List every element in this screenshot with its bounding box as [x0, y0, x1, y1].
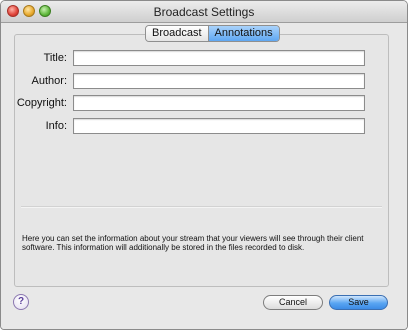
tab-bar: Broadcast Annotations: [145, 25, 280, 42]
window-content: Broadcast Annotations Title: Author: Cop…: [1, 23, 407, 329]
title-label: Title:: [43, 52, 67, 64]
author-field[interactable]: [73, 73, 365, 89]
author-label: Author:: [31, 75, 67, 87]
help-icon[interactable]: ?: [13, 294, 29, 310]
copyright-label: Copyright:: [16, 97, 67, 109]
separator: [21, 206, 382, 208]
info-label: Info:: [45, 120, 67, 132]
tab-annotations[interactable]: Annotations: [207, 26, 279, 41]
title-bar[interactable]: Broadcast Settings: [1, 1, 407, 23]
info-field[interactable]: [73, 118, 365, 134]
tab-broadcast[interactable]: Broadcast: [146, 26, 208, 41]
title-field[interactable]: [73, 50, 365, 66]
broadcast-settings-window: Broadcast Settings Broadcast Annotations…: [0, 0, 408, 330]
window-title: Broadcast Settings: [153, 5, 255, 19]
cancel-button[interactable]: Cancel: [263, 295, 323, 310]
copyright-field[interactable]: [73, 95, 365, 111]
info-text: Here you can set the information about y…: [22, 234, 364, 252]
save-button[interactable]: Save: [329, 295, 388, 310]
annotations-panel: Title: Author: Copyright: Info: Here you…: [14, 34, 389, 287]
